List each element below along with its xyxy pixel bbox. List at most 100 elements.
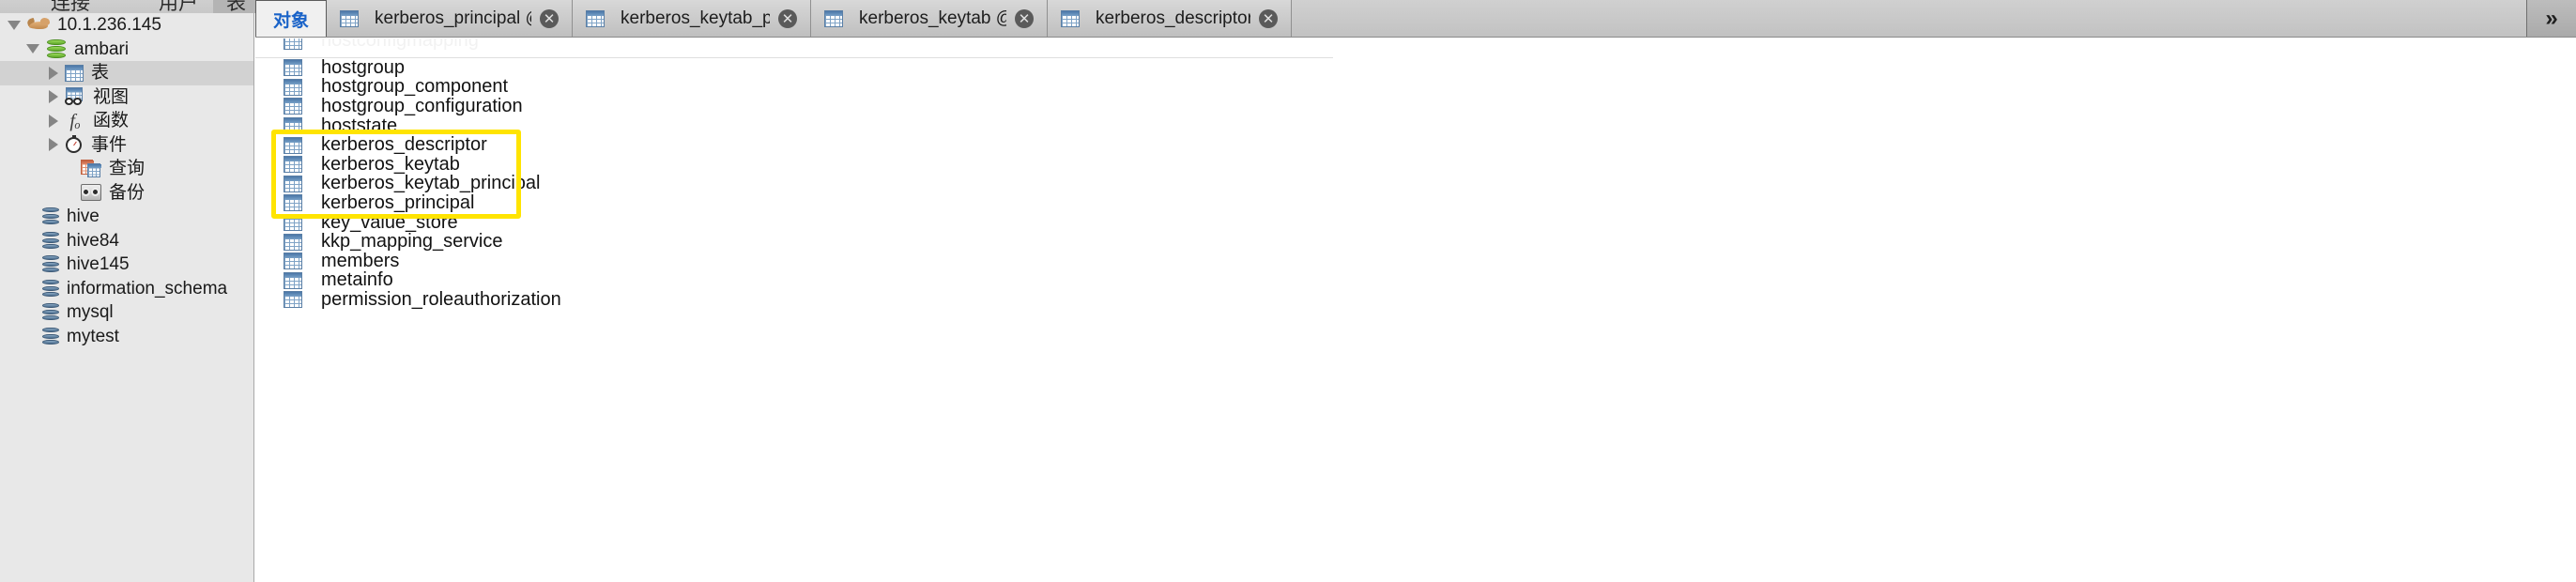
tab-bar[interactable]: 对象 kerberos_principal @ambari...✕kerbero… <box>255 0 2576 38</box>
sidebar-item-8[interactable]: hive <box>0 205 253 229</box>
table-icon <box>284 78 302 96</box>
sidebar-item-4[interactable]: fₒ 函数 <box>0 109 253 133</box>
object-row-1[interactable]: hostgroup_component <box>284 76 509 98</box>
table-icon <box>284 253 302 270</box>
object-row-8[interactable]: key_value_store <box>284 211 458 233</box>
database-green-icon <box>46 38 67 59</box>
table-icon <box>284 38 302 50</box>
object-row-5[interactable]: kerberos_keytab <box>284 153 460 175</box>
chevron-right-icon[interactable] <box>49 138 58 152</box>
sidebar-item-11[interactable]: information_schema <box>0 277 253 301</box>
sidebar-item-label: 备份 <box>109 182 146 203</box>
close-icon[interactable]: ✕ <box>1259 8 1279 28</box>
object-row-label: members <box>321 250 400 271</box>
view-icon <box>65 87 85 106</box>
table-icon <box>284 175 302 192</box>
database-grey-icon <box>42 207 59 226</box>
sidebar-item-label: 函数 <box>93 111 130 130</box>
tab-1[interactable]: kerberos_keytab_principal... ✕ <box>573 0 812 37</box>
table-icon <box>284 98 302 115</box>
query-icon <box>81 159 101 178</box>
table-icon <box>340 9 360 27</box>
table-icon <box>586 9 606 27</box>
object-row-label: hostgroup_configuration <box>321 95 523 116</box>
table-icon <box>284 117 302 135</box>
tab-label: kerberos_keytab @ambari (... <box>859 8 1006 28</box>
tab-3[interactable]: kerberos_descriptor @amba... ✕ <box>1048 0 1293 37</box>
menu-item-2[interactable]: 表 <box>213 0 259 13</box>
table-icon <box>284 291 302 309</box>
sidebar-item-9[interactable]: hive84 <box>0 229 253 253</box>
sidebar-item-0[interactable]: 10.1.236.145 <box>0 13 253 38</box>
sidebar-item-label: mytest <box>67 326 119 346</box>
database-grey-icon <box>42 254 59 274</box>
menu-item-0[interactable]: 连接 <box>38 0 103 13</box>
table-icon <box>284 233 302 251</box>
close-icon[interactable]: ✕ <box>778 8 798 28</box>
table-icon <box>284 59 302 77</box>
sidebar-item-3[interactable]: 视图 <box>0 85 253 110</box>
object-row-3[interactable]: hoststate <box>284 115 398 136</box>
sidebar-item-label: 表 <box>91 63 110 83</box>
table-icon <box>284 156 302 174</box>
table-icon <box>284 136 302 154</box>
backup-icon <box>81 184 101 202</box>
chevron-right-icon[interactable] <box>49 66 58 80</box>
object-row-0[interactable]: hostgroup <box>284 56 405 78</box>
object-row-partial-hostconfigmapping[interactable]: hostconfigmapping <box>255 38 1333 58</box>
tab-bar-empty-space <box>1292 0 2527 37</box>
table-icon <box>284 194 302 212</box>
sidebar-item-label: hive145 <box>67 254 130 274</box>
database-grey-icon <box>42 302 59 322</box>
close-icon[interactable]: ✕ <box>1015 8 1035 28</box>
chevron-right-icon[interactable] <box>49 90 58 104</box>
sidebar-item-12[interactable]: mysql <box>0 300 253 325</box>
event-clock-icon <box>65 135 84 154</box>
sidebar-item-label: 视图 <box>93 86 130 107</box>
object-row-11[interactable]: metainfo <box>284 269 393 291</box>
tab-2[interactable]: kerberos_keytab @ambari (... ✕ <box>811 0 1049 37</box>
object-row-7[interactable]: kerberos_principal <box>284 192 474 213</box>
sidebar-object-tree[interactable]: 10.1.236.145 ambari 表视图 fₒ 函数事件 查询备份 hive hive8… <box>0 13 254 582</box>
tab-object[interactable]: 对象 <box>255 0 328 37</box>
object-row-9[interactable]: kkp_mapping_service <box>284 231 503 253</box>
object-row-label: kerberos_descriptor <box>321 134 487 156</box>
object-row-label: hostgroup_component <box>321 76 509 98</box>
object-row-label: hostconfigmapping <box>321 38 479 51</box>
tab-0[interactable]: kerberos_principal @ambari... ✕ <box>327 0 574 37</box>
database-grey-icon <box>42 231 59 251</box>
sidebar-item-label: 查询 <box>109 159 146 178</box>
object-row-label: metainfo <box>321 269 393 291</box>
object-list[interactable]: hostconfigmapping hostgroup hostgroup_com… <box>255 38 2576 582</box>
tab-label: kerberos_principal @ambari... <box>375 8 531 28</box>
object-row-label: permission_roleauthorization <box>321 288 561 310</box>
sidebar-item-label: 10.1.236.145 <box>57 15 161 35</box>
sidebar-item-7[interactable]: 备份 <box>0 181 253 206</box>
tab-overflow-button[interactable]: » <box>2527 0 2576 37</box>
object-row-2[interactable]: hostgroup_configuration <box>284 95 523 116</box>
object-row-label: hostgroup <box>321 56 405 78</box>
chevron-right-icon[interactable] <box>49 114 58 128</box>
sidebar-item-13[interactable]: mytest <box>0 325 253 349</box>
sidebar-item-1[interactable]: ambari <box>0 38 253 62</box>
sidebar-item-2[interactable]: 表 <box>0 61 253 85</box>
object-row-label: hoststate <box>321 115 398 136</box>
sidebar-item-5[interactable]: 事件 <box>0 133 253 158</box>
object-row-label: kerberos_keytab_principal <box>321 173 541 194</box>
menu-item-1[interactable]: 用户 <box>146 0 211 13</box>
tab-label: kerberos_keytab_principal... <box>621 8 771 28</box>
chevron-down-icon[interactable] <box>8 20 21 30</box>
right-pane: 对象 kerberos_principal @ambari...✕kerbero… <box>255 0 2576 582</box>
sidebar-item-6[interactable]: 查询 <box>0 157 253 181</box>
close-icon[interactable]: ✕ <box>540 8 560 28</box>
sidebar-item-10[interactable]: hive145 <box>0 253 253 277</box>
object-row-label: key_value_store <box>321 211 458 233</box>
object-row-label: kerberos_keytab <box>321 153 460 175</box>
chevron-down-icon[interactable] <box>26 44 39 54</box>
object-row-12[interactable]: permission_roleauthorization <box>284 288 561 310</box>
object-row-label: kkp_mapping_service <box>321 231 503 253</box>
object-row-10[interactable]: members <box>284 250 400 271</box>
function-icon: fₒ <box>69 110 81 131</box>
object-row-6[interactable]: kerberos_keytab_principal <box>284 173 541 194</box>
object-row-4[interactable]: kerberos_descriptor <box>284 134 487 156</box>
